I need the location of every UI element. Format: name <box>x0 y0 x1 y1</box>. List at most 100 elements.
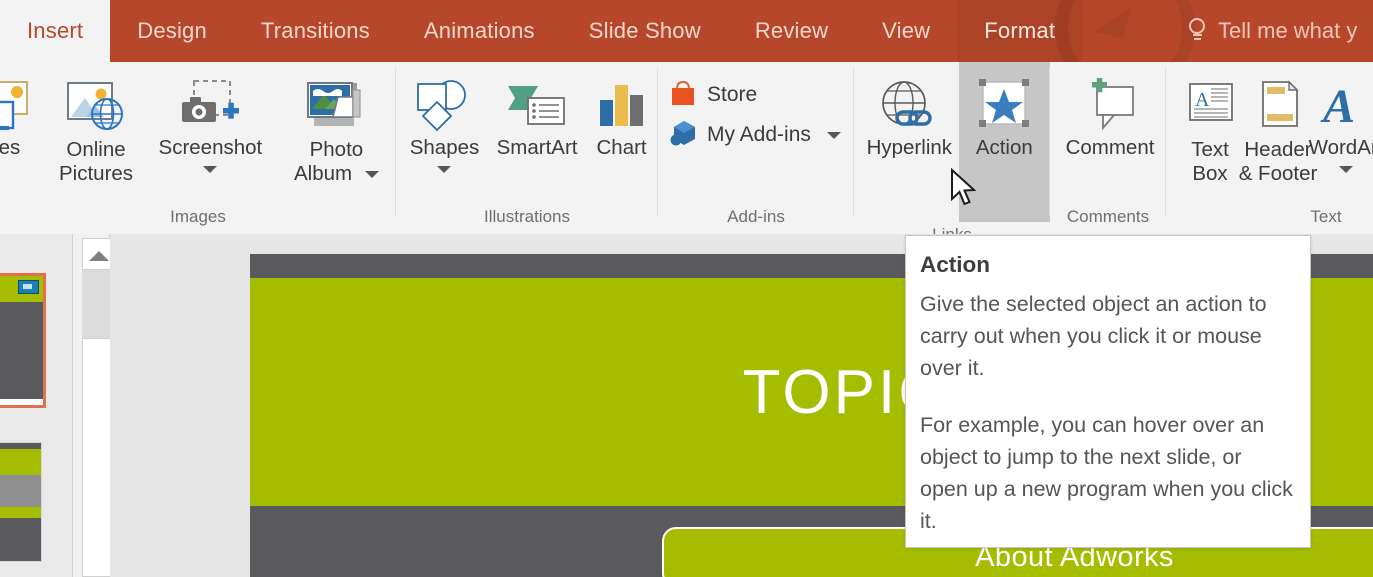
group-label-comments: Comments <box>1050 204 1166 234</box>
screenshot-button[interactable]: Screenshot <box>144 70 277 175</box>
tab-format[interactable]: Format <box>957 0 1082 62</box>
smartart-icon <box>504 76 570 138</box>
chevron-up-icon <box>89 251 109 261</box>
ribbon-group-illustrations: Shapes <box>396 62 658 234</box>
online-pictures-label-line1: Online <box>66 138 125 162</box>
comment-button[interactable]: Comment <box>1054 70 1166 161</box>
slide-media-icon <box>18 280 39 294</box>
chart-icon <box>595 76 649 138</box>
slide-thumbnail-1[interactable] <box>0 273 46 408</box>
photo-album-icon <box>303 76 369 138</box>
screenshot-icon <box>174 76 246 138</box>
header-footer-icon <box>1251 76 1305 138</box>
pictures-label: res <box>0 138 20 159</box>
shapes-icon <box>411 76 477 138</box>
action-tooltip: Action Give the selected object an actio… <box>905 235 1311 548</box>
store-button[interactable]: Store <box>662 75 847 115</box>
tab-design[interactable]: Design <box>110 0 234 62</box>
hyperlink-button[interactable]: Hyperlink <box>860 62 959 161</box>
ribbon-group-text: A Text Box <box>1166 62 1373 234</box>
tab-slide-show-label: Slide Show <box>589 18 701 44</box>
chart-button[interactable]: Chart <box>585 70 658 161</box>
wordart-icon: A <box>1319 76 1373 138</box>
text-box-button[interactable]: A Text Box <box>1176 70 1244 187</box>
tab-view-label: View <box>882 18 930 44</box>
ribbon-tabstrip: Insert Design Transitions Animations Sli… <box>0 0 1373 62</box>
tab-review[interactable]: Review <box>728 0 855 62</box>
header-footer-button[interactable]: Header & Footer <box>1244 70 1312 187</box>
group-label-images: Images <box>0 204 396 234</box>
svg-text:A: A <box>1320 80 1355 133</box>
ribbon-group-addins: Store My Add-ins <box>658 62 854 234</box>
ribbon-tabs: Insert Design Transitions Animations Sli… <box>0 0 1082 62</box>
tab-insert[interactable]: Insert <box>0 0 110 62</box>
text-box-label-line2: Box <box>1192 162 1227 186</box>
pictures-button[interactable]: res <box>0 70 48 161</box>
slide-thumbnail-2[interactable] <box>0 442 42 562</box>
shapes-label: Shapes <box>410 138 480 159</box>
my-addins-label: My Add-ins <box>707 123 811 147</box>
svg-text:A: A <box>1195 89 1210 111</box>
tab-animations[interactable]: Animations <box>397 0 562 62</box>
group-label-addins: Add-ins <box>658 204 854 234</box>
tell-me-search[interactable]: Tell me what y <box>1188 0 1357 62</box>
tell-me-label: Tell me what y <box>1218 18 1357 44</box>
group-label-text: Text <box>1166 204 1373 234</box>
thumbnail-scrollbar[interactable] <box>73 234 110 577</box>
chevron-down-icon[interactable] <box>437 166 451 173</box>
online-pictures-label-line2: Pictures <box>59 162 133 186</box>
header-footer-label-line2: & Footer <box>1239 162 1318 186</box>
chevron-down-icon[interactable] <box>1339 166 1353 173</box>
action-label: Action <box>976 138 1033 159</box>
online-pictures-icon <box>65 76 127 138</box>
my-addins-icon <box>668 118 698 153</box>
tab-view[interactable]: View <box>855 0 957 62</box>
action-star-icon <box>972 76 1036 138</box>
chevron-down-icon[interactable] <box>365 171 379 178</box>
hyperlink-icon <box>877 76 941 138</box>
chevron-down-icon[interactable] <box>203 166 217 173</box>
hyperlink-label: Hyperlink <box>867 138 952 159</box>
chart-label: Chart <box>596 138 646 159</box>
wordart-button[interactable]: A WordArt <box>1312 70 1373 175</box>
text-box-icon: A <box>1183 76 1237 138</box>
header-footer-label-line1: Header <box>1244 138 1311 162</box>
wordart-label: WordArt <box>1309 138 1373 159</box>
ribbon-group-comments: Comment Comments <box>1050 62 1166 234</box>
tab-insert-label: Insert <box>27 18 83 44</box>
online-pictures-button[interactable]: Online Pictures <box>48 70 144 187</box>
tab-transitions[interactable]: Transitions <box>234 0 397 62</box>
lightbulb-icon <box>1188 18 1207 44</box>
tooltip-paragraph-2: For example, you can hover over an objec… <box>920 409 1294 537</box>
tab-slide-show[interactable]: Slide Show <box>562 0 728 62</box>
tab-review-label: Review <box>755 18 828 44</box>
comment-label: Comment <box>1066 138 1155 159</box>
mouse-cursor <box>950 168 980 210</box>
powerpoint-window: Insert Design Transitions Animations Sli… <box>0 0 1373 577</box>
smartart-label: SmartArt <box>497 138 578 159</box>
text-box-label-line1: Text <box>1191 138 1229 162</box>
group-label-illustrations: Illustrations <box>396 204 658 234</box>
tab-format-label: Format <box>984 18 1055 44</box>
store-icon <box>668 78 698 113</box>
screenshot-label: Screenshot <box>159 138 263 159</box>
my-addins-button[interactable]: My Add-ins <box>662 115 847 155</box>
ribbon-groups: res <box>0 62 1373 234</box>
pictures-icon <box>0 76 35 138</box>
tooltip-paragraph-1: Give the selected object an action to ca… <box>920 288 1294 384</box>
photo-album-button[interactable]: Photo Album <box>277 70 396 187</box>
tab-design-label: Design <box>137 18 207 44</box>
ribbon-body: res <box>0 62 1373 235</box>
ribbon-group-images: res <box>0 62 396 234</box>
tooltip-title: Action <box>920 252 1294 278</box>
slide-thumbnail-pane[interactable] <box>0 234 73 577</box>
photo-album-label-line2-text: Album <box>294 162 352 185</box>
shapes-button[interactable]: Shapes <box>400 70 489 175</box>
watermark-arrow-icon <box>1094 0 1131 39</box>
tab-animations-label: Animations <box>424 18 535 44</box>
smartart-button[interactable]: SmartArt <box>489 70 585 161</box>
chevron-down-icon[interactable] <box>827 132 841 139</box>
store-label: Store <box>707 83 757 107</box>
photo-album-label-line1: Photo <box>310 138 364 162</box>
tab-transitions-label: Transitions <box>261 18 370 44</box>
